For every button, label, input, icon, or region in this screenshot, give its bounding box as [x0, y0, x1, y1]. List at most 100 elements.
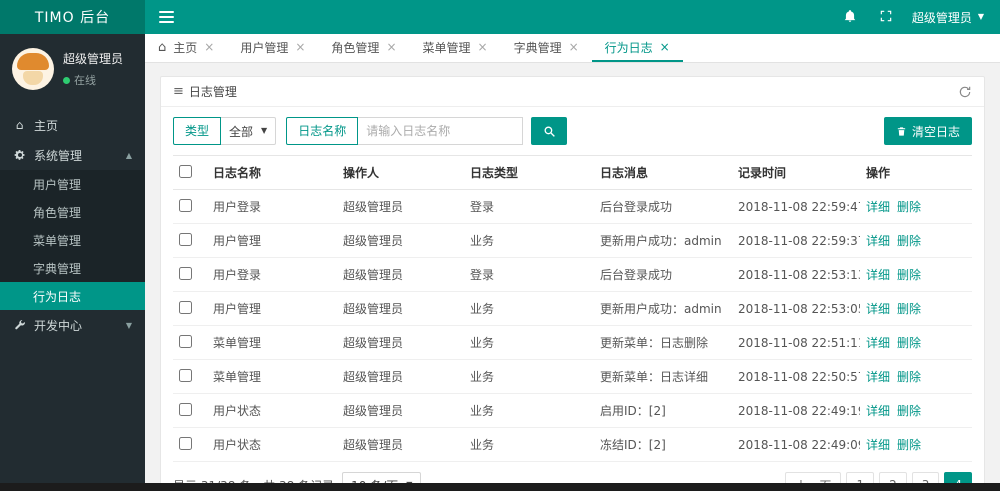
tab-close-icon[interactable]: ×: [204, 40, 214, 54]
table-row: 用户状态 超级管理员 业务 启用ID：[2] 2018-11-08 22:49:…: [173, 393, 972, 428]
tab-roles[interactable]: 角色管理 ×: [318, 34, 409, 62]
sidebar-toggle-button[interactable]: [145, 0, 187, 34]
open-tabs-bar: ⌂ 主页 × 用户管理 × 角色管理 × 菜单管理 × 字典管理 × 行为日志 …: [145, 34, 1000, 63]
wrench-icon: [13, 319, 26, 331]
refresh-icon: [959, 86, 971, 97]
type-filter-label: 类型: [173, 117, 222, 145]
home-icon: ⌂: [158, 39, 167, 55]
tab-users[interactable]: 用户管理 ×: [227, 34, 318, 62]
sidebar-item-label: 开发中心: [34, 318, 83, 333]
table-row: 菜单管理 超级管理员 业务 更新菜单：日志删除 2018-11-08 22:51…: [173, 325, 972, 360]
system-submenu: 用户管理 角色管理 菜单管理 字典管理 行为日志: [0, 170, 145, 310]
sidebar-item-roles[interactable]: 角色管理: [0, 198, 145, 226]
type-select[interactable]: 全部 ▼: [221, 117, 277, 145]
home-icon: ⌂: [15, 118, 24, 132]
table-row: 用户登录 超级管理员 登录 后台登录成功 2018-11-08 22:59:47…: [173, 189, 972, 224]
chevron-down-icon: ▼: [977, 12, 984, 21]
fullscreen-icon: [879, 9, 893, 26]
delete-link[interactable]: 删除: [897, 336, 921, 350]
row-checkbox[interactable]: [179, 334, 192, 348]
detail-link[interactable]: 详细: [866, 438, 890, 452]
table-header-row: 日志名称 操作人 日志类型 日志消息 记录时间 操作: [173, 155, 972, 190]
tab-close-icon[interactable]: ×: [660, 40, 670, 54]
log-name-input[interactable]: [358, 117, 524, 145]
delete-link[interactable]: 删除: [897, 268, 921, 282]
log-panel: ≡ 日志管理 类型 全部 ▼ 日志名称 清空日志: [160, 76, 985, 491]
sidebar-item-action-log[interactable]: 行为日志: [0, 282, 145, 310]
sidebar-item-dev-center[interactable]: 开发中心 ▼: [0, 310, 145, 340]
select-all-checkbox[interactable]: [179, 164, 192, 178]
row-checkbox[interactable]: [179, 232, 192, 246]
tab-dict[interactable]: 字典管理 ×: [501, 34, 592, 62]
detail-link[interactable]: 详细: [866, 234, 890, 248]
tab-close-icon[interactable]: ×: [295, 40, 305, 54]
online-status-label: 在线: [74, 74, 96, 87]
tab-menus[interactable]: 菜单管理 ×: [410, 34, 501, 62]
top-bar: TIMO 后台 超级管理员 ▼: [0, 0, 1000, 34]
row-checkbox[interactable]: [179, 436, 192, 450]
fullscreen-button[interactable]: [868, 0, 904, 34]
detail-link[interactable]: 详细: [866, 268, 890, 282]
delete-link[interactable]: 删除: [897, 234, 921, 248]
gear-icon: [13, 149, 26, 161]
tab-close-icon[interactable]: ×: [569, 40, 579, 54]
chevron-down-icon: ▼: [125, 320, 132, 330]
user-menu[interactable]: 超级管理员 ▼: [904, 0, 1000, 34]
delete-link[interactable]: 删除: [897, 404, 921, 418]
table-row: 用户管理 超级管理员 业务 更新用户成功：admin 2018-11-08 22…: [173, 223, 972, 258]
bell-icon: [843, 9, 857, 26]
row-checkbox[interactable]: [179, 198, 192, 212]
name-filter-label: 日志名称: [286, 117, 359, 145]
detail-link[interactable]: 详细: [866, 336, 890, 350]
delete-link[interactable]: 删除: [897, 302, 921, 316]
log-table: 日志名称 操作人 日志类型 日志消息 记录时间 操作 用户登录 超级管理员 登录: [161, 155, 984, 462]
filter-toolbar: 类型 全部 ▼ 日志名称 清空日志: [161, 107, 984, 155]
row-checkbox[interactable]: [179, 368, 192, 382]
detail-link[interactable]: 详细: [866, 370, 890, 384]
tab-home[interactable]: ⌂ 主页 ×: [145, 34, 227, 62]
user-name: 超级管理员: [911, 10, 972, 25]
clear-logs-button[interactable]: 清空日志: [883, 117, 972, 145]
sidebar-item-label: 系统管理: [34, 148, 83, 163]
main-content: ≡ 日志管理 类型 全部 ▼ 日志名称 清空日志: [145, 63, 1000, 491]
tab-close-icon[interactable]: ×: [478, 40, 488, 54]
trash-icon: [897, 126, 906, 136]
tab-close-icon[interactable]: ×: [386, 40, 396, 54]
col-log-message: 日志消息: [594, 155, 732, 190]
detail-link[interactable]: 详细: [866, 302, 890, 316]
row-checkbox[interactable]: [179, 300, 192, 314]
table-row: 菜单管理 超级管理员 业务 更新菜单：日志详细 2018-11-08 22:50…: [173, 359, 972, 394]
delete-link[interactable]: 删除: [897, 438, 921, 452]
sidebar-menu: ⌂ 主页 系统管理 ▲ 用户管理 角色管理 菜单管理 字典管理 行为日志 开发中…: [0, 110, 145, 340]
delete-link[interactable]: 删除: [897, 200, 921, 214]
col-operator: 操作人: [337, 155, 464, 190]
app-logo: TIMO 后台: [0, 0, 145, 34]
tab-action-log[interactable]: 行为日志 ×: [591, 34, 683, 62]
table-row: 用户管理 超级管理员 业务 更新用户成功：admin 2018-11-08 22…: [173, 291, 972, 326]
detail-link[interactable]: 详细: [866, 404, 890, 418]
online-dot-icon: [63, 76, 70, 84]
sidebar-item-menus[interactable]: 菜单管理: [0, 226, 145, 254]
delete-link[interactable]: 删除: [897, 370, 921, 384]
row-checkbox[interactable]: [179, 402, 192, 416]
chevron-up-icon: ▲: [125, 150, 132, 160]
notifications-button[interactable]: [832, 0, 868, 34]
col-log-type: 日志类型: [464, 155, 594, 190]
sidebar-item-home[interactable]: ⌂ 主页: [0, 110, 145, 140]
profile-card: 超级管理员 在线: [0, 34, 145, 102]
sidebar-item-users[interactable]: 用户管理: [0, 170, 145, 198]
col-actions: 操作: [860, 155, 972, 190]
row-checkbox[interactable]: [179, 266, 192, 280]
search-button[interactable]: [531, 117, 568, 145]
col-log-name: 日志名称: [207, 155, 337, 190]
table-row: 用户状态 超级管理员 业务 冻结ID：[2] 2018-11-08 22:49:…: [173, 427, 972, 462]
detail-link[interactable]: 详细: [866, 200, 890, 214]
list-icon: ≡: [173, 84, 184, 99]
sidebar-item-system[interactable]: 系统管理 ▲: [0, 140, 145, 170]
table-row: 用户登录 超级管理员 登录 后台登录成功 2018-11-08 22:53:13…: [173, 257, 972, 292]
refresh-button[interactable]: [958, 85, 972, 99]
sidebar-item-label: 主页: [34, 118, 59, 133]
online-status: 在线: [63, 72, 123, 88]
sidebar-item-dict[interactable]: 字典管理: [0, 254, 145, 282]
panel-header: ≡ 日志管理: [161, 77, 984, 107]
